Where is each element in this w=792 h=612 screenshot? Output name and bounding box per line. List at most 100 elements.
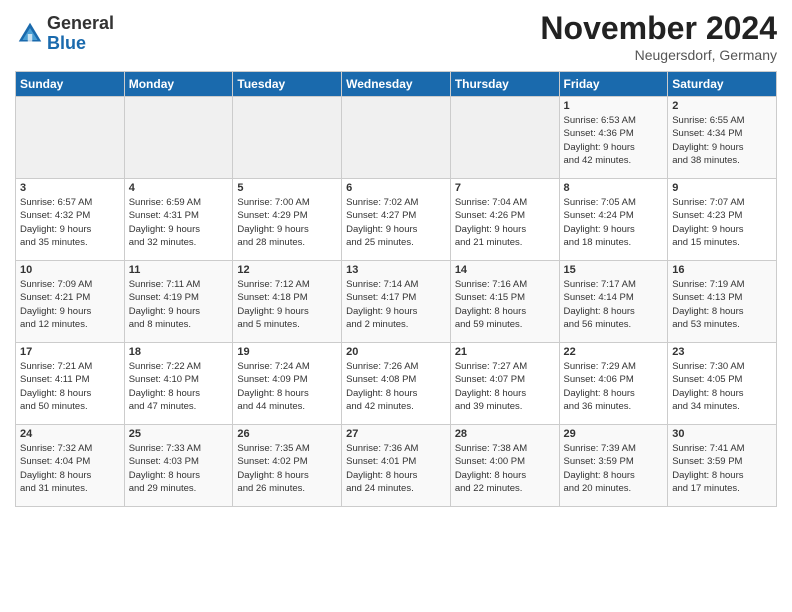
day-number: 14 xyxy=(455,264,555,276)
header-friday: Friday xyxy=(559,72,668,97)
day-number: 13 xyxy=(346,264,446,276)
header-thursday: Thursday xyxy=(450,72,559,97)
day-info: Sunrise: 7:27 AM Sunset: 4:07 PM Dayligh… xyxy=(455,360,555,413)
day-info: Sunrise: 7:19 AM Sunset: 4:13 PM Dayligh… xyxy=(672,278,772,331)
day-number: 1 xyxy=(564,100,664,112)
logo-icon xyxy=(15,19,45,49)
calendar-cell: 9 Sunrise: 7:07 AM Sunset: 4:23 PM Daylig… xyxy=(668,179,777,261)
header-monday: Monday xyxy=(124,72,233,97)
day-number: 30 xyxy=(672,428,772,440)
header: General Blue November 2024 Neugersdorf, … xyxy=(15,10,777,63)
day-info: Sunrise: 6:53 AM Sunset: 4:36 PM Dayligh… xyxy=(564,114,664,167)
logo-blue: Blue xyxy=(47,34,114,54)
day-info: Sunrise: 7:00 AM Sunset: 4:29 PM Dayligh… xyxy=(237,196,337,249)
day-info: Sunrise: 6:57 AM Sunset: 4:32 PM Dayligh… xyxy=(20,196,120,249)
day-info: Sunrise: 7:11 AM Sunset: 4:19 PM Dayligh… xyxy=(129,278,229,331)
calendar-cell: 29Sunrise: 7:39 AM Sunset: 3:59 PM Dayli… xyxy=(559,425,668,507)
day-info: Sunrise: 6:59 AM Sunset: 4:31 PM Dayligh… xyxy=(129,196,229,249)
day-info: Sunrise: 7:32 AM Sunset: 4:04 PM Dayligh… xyxy=(20,442,120,495)
day-info: Sunrise: 7:12 AM Sunset: 4:18 PM Dayligh… xyxy=(237,278,337,331)
calendar-cell: 20Sunrise: 7:26 AM Sunset: 4:08 PM Dayli… xyxy=(342,343,451,425)
logo-text: General Blue xyxy=(47,14,114,54)
calendar-cell: 5 Sunrise: 7:00 AM Sunset: 4:29 PM Daylig… xyxy=(233,179,342,261)
header-sunday: Sunday xyxy=(16,72,125,97)
day-info: Sunrise: 7:02 AM Sunset: 4:27 PM Dayligh… xyxy=(346,196,446,249)
day-number: 11 xyxy=(129,264,229,276)
calendar-week-5: 24 Sunrise: 7:32 AM Sunset: 4:04 PM Dayli… xyxy=(16,425,777,507)
title-block: November 2024 Neugersdorf, Germany xyxy=(540,10,777,63)
day-number: 24 xyxy=(20,428,120,440)
day-number: 5 xyxy=(237,182,337,194)
header-wednesday: Wednesday xyxy=(342,72,451,97)
day-info: Sunrise: 7:07 AM Sunset: 4:23 PM Dayligh… xyxy=(672,196,772,249)
calendar-cell: 23 Sunrise: 7:30 AM Sunset: 4:05 PM Dayli… xyxy=(668,343,777,425)
calendar-cell: 10Sunrise: 7:09 AM Sunset: 4:21 PM Dayli… xyxy=(16,261,125,343)
calendar-cell: 6 Sunrise: 7:02 AM Sunset: 4:27 PM Daylig… xyxy=(342,179,451,261)
day-number: 12 xyxy=(237,264,337,276)
calendar-cell: 21 Sunrise: 7:27 AM Sunset: 4:07 PM Dayli… xyxy=(450,343,559,425)
calendar-cell: 17 Sunrise: 7:21 AM Sunset: 4:11 PM Dayli… xyxy=(16,343,125,425)
day-number: 9 xyxy=(672,182,772,194)
calendar-cell: 13Sunrise: 7:14 AM Sunset: 4:17 PM Dayli… xyxy=(342,261,451,343)
day-info: Sunrise: 7:41 AM Sunset: 3:59 PM Dayligh… xyxy=(672,442,772,495)
day-info: Sunrise: 7:24 AM Sunset: 4:09 PM Dayligh… xyxy=(237,360,337,413)
calendar-cell: 26Sunrise: 7:35 AM Sunset: 4:02 PM Dayli… xyxy=(233,425,342,507)
calendar-cell: 15 Sunrise: 7:17 AM Sunset: 4:14 PM Dayli… xyxy=(559,261,668,343)
calendar: Sunday Monday Tuesday Wednesday Thursday… xyxy=(15,71,777,507)
calendar-cell: 24 Sunrise: 7:32 AM Sunset: 4:04 PM Dayli… xyxy=(16,425,125,507)
day-info: Sunrise: 7:30 AM Sunset: 4:05 PM Dayligh… xyxy=(672,360,772,413)
logo-general: General xyxy=(47,14,114,34)
day-info: Sunrise: 7:17 AM Sunset: 4:14 PM Dayligh… xyxy=(564,278,664,331)
day-number: 27 xyxy=(346,428,446,440)
calendar-cell: 25Sunrise: 7:33 AM Sunset: 4:03 PM Dayli… xyxy=(124,425,233,507)
calendar-cell: 19 Sunrise: 7:24 AM Sunset: 4:09 PM Dayli… xyxy=(233,343,342,425)
calendar-cell: 8 Sunrise: 7:05 AM Sunset: 4:24 PM Daylig… xyxy=(559,179,668,261)
day-number: 16 xyxy=(672,264,772,276)
day-number: 28 xyxy=(455,428,555,440)
calendar-cell: 14 Sunrise: 7:16 AM Sunset: 4:15 PM Dayli… xyxy=(450,261,559,343)
calendar-week-1: 1 Sunrise: 6:53 AM Sunset: 4:36 PM Daylig… xyxy=(16,97,777,179)
day-info: Sunrise: 7:35 AM Sunset: 4:02 PM Dayligh… xyxy=(237,442,337,495)
day-number: 23 xyxy=(672,346,772,358)
calendar-cell: 12 Sunrise: 7:12 AM Sunset: 4:18 PM Dayli… xyxy=(233,261,342,343)
day-number: 19 xyxy=(237,346,337,358)
day-number: 8 xyxy=(564,182,664,194)
calendar-cell: 18Sunrise: 7:22 AM Sunset: 4:10 PM Dayli… xyxy=(124,343,233,425)
day-info: Sunrise: 7:21 AM Sunset: 4:11 PM Dayligh… xyxy=(20,360,120,413)
calendar-week-3: 10Sunrise: 7:09 AM Sunset: 4:21 PM Dayli… xyxy=(16,261,777,343)
day-number: 29 xyxy=(564,428,664,440)
day-info: Sunrise: 7:04 AM Sunset: 4:26 PM Dayligh… xyxy=(455,196,555,249)
location: Neugersdorf, Germany xyxy=(540,47,777,63)
day-number: 6 xyxy=(346,182,446,194)
month-title: November 2024 xyxy=(540,10,777,47)
day-number: 3 xyxy=(20,182,120,194)
calendar-cell xyxy=(342,97,451,179)
day-number: 10 xyxy=(20,264,120,276)
page: General Blue November 2024 Neugersdorf, … xyxy=(0,0,792,612)
day-info: Sunrise: 7:05 AM Sunset: 4:24 PM Dayligh… xyxy=(564,196,664,249)
day-info: Sunrise: 7:16 AM Sunset: 4:15 PM Dayligh… xyxy=(455,278,555,331)
calendar-cell: 7 Sunrise: 7:04 AM Sunset: 4:26 PM Daylig… xyxy=(450,179,559,261)
calendar-cell: 1 Sunrise: 6:53 AM Sunset: 4:36 PM Daylig… xyxy=(559,97,668,179)
day-number: 7 xyxy=(455,182,555,194)
calendar-cell: 30 Sunrise: 7:41 AM Sunset: 3:59 PM Dayli… xyxy=(668,425,777,507)
day-info: Sunrise: 6:55 AM Sunset: 4:34 PM Dayligh… xyxy=(672,114,772,167)
calendar-cell xyxy=(16,97,125,179)
day-info: Sunrise: 7:22 AM Sunset: 4:10 PM Dayligh… xyxy=(129,360,229,413)
calendar-cell: 4 Sunrise: 6:59 AM Sunset: 4:31 PM Daylig… xyxy=(124,179,233,261)
day-info: Sunrise: 7:26 AM Sunset: 4:08 PM Dayligh… xyxy=(346,360,446,413)
day-number: 2 xyxy=(672,100,772,112)
day-number: 17 xyxy=(20,346,120,358)
calendar-cell xyxy=(233,97,342,179)
day-number: 22 xyxy=(564,346,664,358)
header-saturday: Saturday xyxy=(668,72,777,97)
calendar-cell xyxy=(450,97,559,179)
calendar-cell: 11 Sunrise: 7:11 AM Sunset: 4:19 PM Dayli… xyxy=(124,261,233,343)
day-info: Sunrise: 7:36 AM Sunset: 4:01 PM Dayligh… xyxy=(346,442,446,495)
day-number: 15 xyxy=(564,264,664,276)
day-info: Sunrise: 7:33 AM Sunset: 4:03 PM Dayligh… xyxy=(129,442,229,495)
day-number: 21 xyxy=(455,346,555,358)
calendar-cell: 3 Sunrise: 6:57 AM Sunset: 4:32 PM Daylig… xyxy=(16,179,125,261)
day-info: Sunrise: 7:38 AM Sunset: 4:00 PM Dayligh… xyxy=(455,442,555,495)
day-number: 4 xyxy=(129,182,229,194)
